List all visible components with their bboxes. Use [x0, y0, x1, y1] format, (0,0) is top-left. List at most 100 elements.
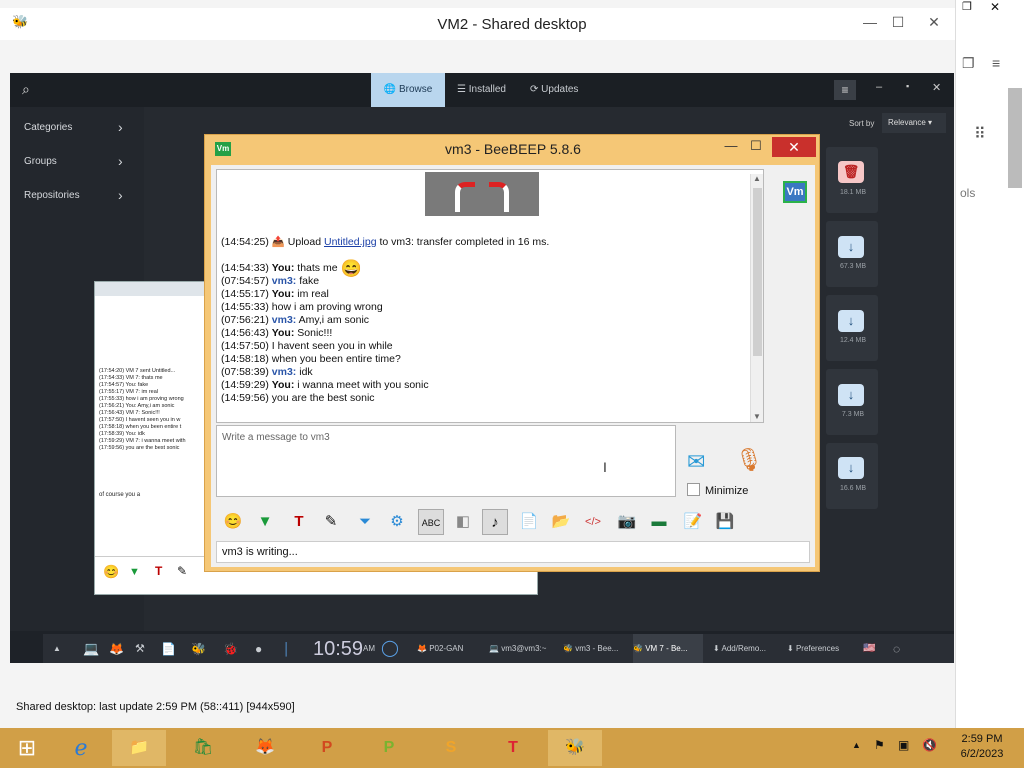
copy-icon[interactable]: ❐: [962, 55, 975, 72]
upload-file-link[interactable]: Untitled.jpg: [324, 236, 377, 248]
taskbar-item-label: VM 7 - Be...: [645, 644, 688, 653]
tab-browse[interactable]: 🌐 Browse: [371, 73, 445, 107]
emoji-icon[interactable]: 😊: [103, 564, 119, 580]
bee-icon[interactable]: 🐝: [191, 634, 206, 663]
autocomplete-icon[interactable]: ◧: [450, 509, 476, 535]
emoji-icon[interactable]: 😊: [220, 509, 246, 535]
ring-icon[interactable]: ◯: [381, 634, 399, 663]
taskbar-item-preferences[interactable]: ⬇ Preferences: [787, 634, 839, 663]
close-icon[interactable]: ✕: [932, 81, 941, 94]
apps-grid-icon[interactable]: ⠿: [974, 124, 986, 144]
taskbar-item-vm7[interactable]: 🐝 VM 7 - Be...: [633, 634, 703, 663]
minimize-checkbox[interactable]: [687, 483, 700, 496]
install-button[interactable]: ↓: [838, 236, 864, 258]
settings-icon[interactable]: ⚙: [384, 509, 410, 535]
chat-line: (17:55:33) how i am proving wrong: [99, 396, 184, 402]
code-icon[interactable]: </>: [580, 509, 606, 535]
hamburger-menu-icon[interactable]: ≡: [834, 80, 856, 100]
microphone-icon[interactable]: 🎙: [735, 447, 763, 473]
firefox-icon[interactable]: 🦊: [240, 730, 290, 766]
remove-button[interactable]: 🗑: [838, 161, 864, 183]
store-icon[interactable]: 🛍: [178, 730, 228, 766]
chevron-up-icon[interactable]: ▲: [53, 634, 61, 663]
volume-icon[interactable]: 🔇: [922, 738, 937, 752]
minimize-button[interactable]: —: [855, 12, 885, 32]
sidebar-item-categories[interactable]: Categories: [24, 122, 72, 133]
font-icon[interactable]: T: [155, 564, 162, 578]
screenshot-icon[interactable]: 📷: [614, 509, 640, 535]
sway-icon[interactable]: S: [426, 730, 476, 766]
remote-clock: 10:59: [313, 638, 364, 660]
notes-icon[interactable]: 📝: [680, 509, 706, 535]
send-folder-icon[interactable]: 📂: [548, 509, 574, 535]
tools-icon[interactable]: ⚒: [135, 634, 145, 663]
flag-icon[interactable]: ⚑: [874, 738, 885, 752]
user-avatar[interactable]: Vm: [783, 181, 807, 203]
tab-updates[interactable]: ⟳ Updates: [530, 73, 578, 107]
menu-icon[interactable]: ≡: [992, 55, 1000, 71]
message-input[interactable]: Write a message to vm3: [216, 425, 676, 497]
teams-icon[interactable]: T: [488, 730, 538, 766]
scrollbar[interactable]: [1008, 88, 1022, 188]
font-icon[interactable]: T: [286, 509, 312, 535]
spellcheck-icon[interactable]: ABC: [418, 509, 444, 535]
file-icon[interactable]: 📄: [161, 634, 176, 663]
color-picker-icon[interactable]: ✎: [318, 509, 344, 535]
system-clock[interactable]: 2:59 PM 6/2/2023: [952, 732, 1012, 762]
bug-icon[interactable]: 🐞: [223, 634, 238, 663]
image-thumbnail[interactable]: [425, 172, 539, 216]
taskbar-item-firefox[interactable]: 🦊 P02-GAN: [417, 634, 463, 663]
close-button[interactable]: ✕: [772, 137, 816, 157]
circle-icon[interactable]: ●: [255, 634, 262, 663]
firefox-icon[interactable]: 🦊: [109, 634, 124, 663]
laptop-icon[interactable]: 💻: [83, 634, 99, 663]
search-icon[interactable]: ⌕: [22, 81, 30, 98]
floppy-icon[interactable]: 💾: [712, 509, 738, 535]
scroll-down-icon[interactable]: ▼: [753, 412, 761, 421]
install-button[interactable]: ↓: [838, 457, 864, 479]
chat-line: (17:54:57) You: fake: [99, 382, 149, 388]
close-icon[interactable]: ✕: [990, 0, 1000, 14]
app-size: 7.3 MB: [841, 411, 865, 418]
show-hidden-icons[interactable]: ▲: [852, 740, 861, 750]
scroll-thumb[interactable]: [753, 188, 762, 356]
send-icon[interactable]: ✉: [687, 449, 705, 475]
restore-icon[interactable]: ❐: [962, 0, 972, 13]
beebeep-taskbar-icon[interactable]: 🐝: [548, 730, 602, 766]
sidebar-item-repositories[interactable]: Repositories: [24, 190, 80, 201]
music-icon[interactable]: ♪: [482, 509, 508, 535]
send-file-icon[interactable]: 📄: [516, 509, 542, 535]
taskbar-item-vm3[interactable]: 🐝 vm3 - Bee...: [563, 634, 618, 663]
maximize-icon[interactable]: ▪: [906, 81, 909, 91]
minimize-button[interactable]: —: [720, 138, 742, 153]
power-icon[interactable]: ◌: [893, 634, 900, 663]
maximize-button[interactable]: ☐: [883, 12, 913, 32]
taskbar-item-addremove[interactable]: ⬇ Add/Remo...: [713, 634, 766, 663]
filter-icon[interactable]: ⏷: [352, 509, 378, 535]
windows-start-icon[interactable]: ⊞: [2, 730, 52, 766]
taskbar-item-terminal[interactable]: 💻 vm3@vm3:~: [489, 634, 546, 663]
us-flag-icon[interactable]: 🇺🇸: [863, 634, 875, 663]
internet-explorer-icon[interactable]: ℯ: [56, 730, 106, 766]
sort-select[interactable]: Relevance ▾: [882, 113, 946, 133]
powerpoint-icon[interactable]: P: [302, 730, 352, 766]
vm7-message-draft[interactable]: of course you a: [99, 492, 140, 498]
send-down-icon[interactable]: ▼: [252, 509, 278, 535]
send-down-icon[interactable]: ▼: [129, 566, 140, 578]
file-explorer-icon[interactable]: 📁: [112, 730, 166, 766]
close-button[interactable]: ✕: [919, 12, 949, 32]
chat-history[interactable]: (14:54:25) 📤 Upload Untitled.jpg to vm3:…: [216, 169, 764, 423]
minimize-icon[interactable]: –: [876, 81, 882, 93]
scroll-up-icon[interactable]: ▲: [753, 174, 761, 183]
chat-scrollbar[interactable]: ▲ ▼: [750, 174, 763, 422]
install-button[interactable]: ↓: [838, 384, 864, 406]
network-icon[interactable]: ▣: [898, 738, 909, 752]
maximize-button[interactable]: ☐: [745, 138, 767, 154]
tab-installed[interactable]: ☰ Installed: [457, 73, 506, 107]
sidebar-item-groups[interactable]: Groups: [24, 156, 57, 167]
install-button[interactable]: ↓: [838, 310, 864, 332]
save-chat-icon[interactable]: ▬: [646, 509, 672, 535]
publisher-icon[interactable]: P: [364, 730, 414, 766]
color-icon[interactable]: ✎: [177, 564, 187, 578]
vm7-chat-history: (17:54:20) VM 7 sent Untitled... (17:54:…: [99, 368, 209, 452]
